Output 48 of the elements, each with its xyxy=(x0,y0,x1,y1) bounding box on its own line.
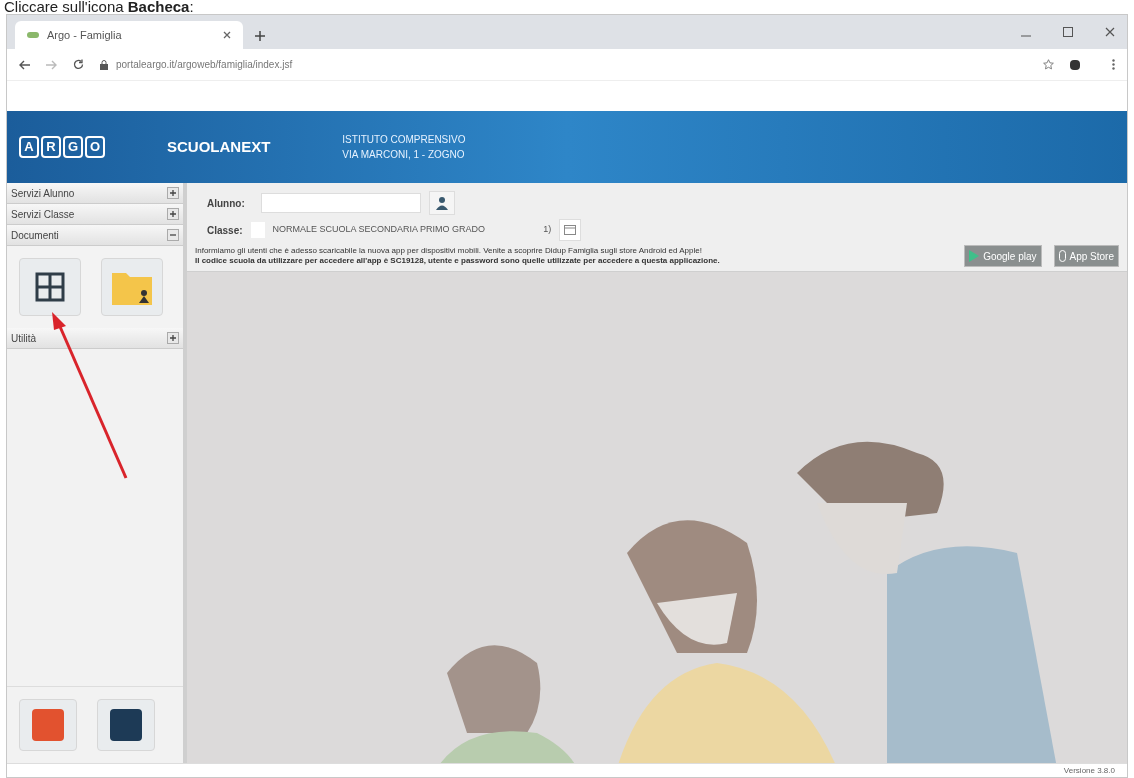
expand-icon[interactable] xyxy=(167,187,179,199)
school-info-line: VIA MARCONI, 1 - ZOGNO xyxy=(342,148,466,162)
grid-icon-button[interactable] xyxy=(19,258,81,316)
collapse-icon[interactable] xyxy=(167,229,179,241)
maximize-icon[interactable] xyxy=(1063,27,1073,37)
calendar-label: 1) xyxy=(543,223,552,237)
lock-icon xyxy=(100,59,108,70)
app-shortcut-button[interactable] xyxy=(97,699,155,751)
expand-icon[interactable] xyxy=(167,208,179,220)
star-icon[interactable] xyxy=(1043,59,1054,70)
menu-icon[interactable] xyxy=(1112,59,1115,70)
logo-letter-tile: R xyxy=(41,136,61,158)
grid-icon xyxy=(35,272,65,302)
class-label: Classe: xyxy=(207,223,243,238)
close-window-icon[interactable] xyxy=(1105,27,1115,37)
product-name: SCUOLANEXT xyxy=(167,136,271,157)
calendar-icon xyxy=(564,225,577,235)
school-code-text: Il codice scuola da utilizzare per accedere all'app è SC19128, utente e password sono quelle utilizzate per accedere a questa applicazione. xyxy=(195,256,721,266)
version-text: Versione 3.8.0 xyxy=(1063,764,1115,777)
tab-favicon-icon xyxy=(27,32,39,38)
back-icon[interactable] xyxy=(19,59,30,70)
new-tab-icon[interactable] xyxy=(255,31,265,41)
logo-letter-tile: A xyxy=(19,136,39,158)
sidebar-section-header[interactable]: Servizi Classe xyxy=(7,204,183,225)
browser-tab[interactable]: Argo - Famiglia xyxy=(15,21,243,49)
sidebar-section-header[interactable]: Utilità xyxy=(7,328,183,349)
calendar-button[interactable] xyxy=(559,219,582,241)
address-bar[interactable]: portaleargo.it/argoweb/famiglia/index.jsf xyxy=(100,57,1027,72)
play-icon xyxy=(969,250,980,262)
sidebar-section-header[interactable]: Documenti xyxy=(7,225,183,246)
url-text: portaleargo.it/argoweb/famiglia/index.jsf xyxy=(116,58,293,72)
student-label: Alunno: xyxy=(207,196,245,211)
instruction-caption: Cliccare sull'icona Bacheca: xyxy=(4,0,194,15)
reload-icon[interactable] xyxy=(73,59,84,70)
tab-title: Argo - Famiglia xyxy=(47,27,123,43)
app-tile-icon xyxy=(110,709,142,741)
school-info-line: ISTITUTO COMPRENSIVO xyxy=(342,133,466,147)
app-announcement-text: Informiamo gli utenti che è adesso scaricabile la nuova app per dispositivi mobili. Venite a scoprire Didup Famiglia sugli store Android ed Apple! xyxy=(195,246,703,256)
person-icon xyxy=(434,196,449,210)
app-tile-icon xyxy=(32,709,64,741)
logo-letter-tile: G xyxy=(63,136,83,158)
logo-letter-tile: O xyxy=(85,136,105,158)
sidebar-section-header[interactable]: Servizi Alunno xyxy=(7,183,183,204)
expand-icon[interactable] xyxy=(167,332,179,344)
student-search-button[interactable] xyxy=(428,191,455,215)
close-tab-icon[interactable] xyxy=(223,31,231,39)
class-value: NORMALE SCUOLA SECONDARIA PRIMO GRADO xyxy=(272,223,486,237)
student-field[interactable] xyxy=(260,193,421,213)
